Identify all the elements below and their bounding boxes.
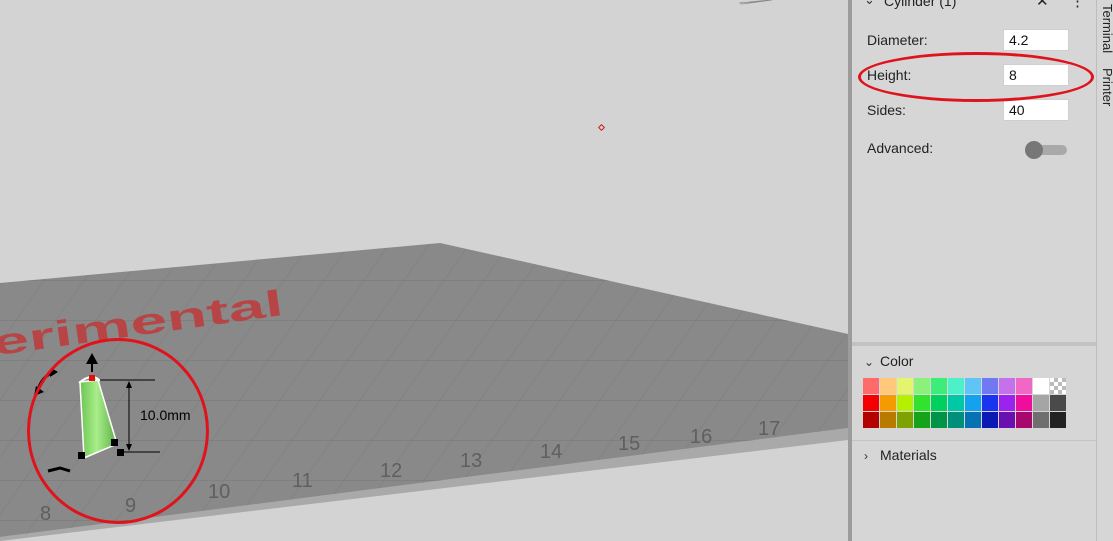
section-divider [852, 440, 1096, 441]
color-swatch[interactable] [1016, 412, 1032, 428]
transparent-swatch[interactable] [1050, 378, 1066, 394]
side-tab-strip: Terminal Printer [1096, 0, 1113, 541]
color-swatch[interactable] [914, 412, 930, 428]
color-swatch[interactable] [965, 412, 981, 428]
grid-number: 9 [125, 495, 136, 517]
color-swatch[interactable] [1033, 412, 1049, 428]
grid-number: 12 [380, 460, 402, 482]
color-swatch[interactable] [999, 412, 1015, 428]
chevron-right-icon: › [864, 449, 868, 463]
more-vertical-icon[interactable]: ⋮ [1070, 0, 1085, 10]
tab-terminal[interactable]: Terminal [1100, 4, 1113, 53]
color-swatch-grid [863, 378, 1066, 428]
scale-handle[interactable] [78, 452, 85, 459]
color-swatch[interactable] [931, 395, 947, 411]
color-section-label: Color [880, 353, 914, 369]
scene-canvas[interactable]: erimental 8 9 10 11 12 13 14 15 16 17 10… [0, 0, 848, 541]
diameter-input[interactable] [1003, 29, 1069, 51]
color-swatch[interactable] [982, 378, 998, 394]
color-swatch[interactable] [897, 378, 913, 394]
grid-number: 13 [460, 450, 482, 472]
color-section-header[interactable]: ⌄ Color [864, 353, 913, 369]
grid-number: 8 [40, 503, 51, 525]
scale-handle[interactable] [111, 439, 118, 446]
color-swatch[interactable] [999, 378, 1015, 394]
color-swatch[interactable] [1050, 412, 1066, 428]
properties-panel: ⌄ Cylinder (1) ✕ ⋮ Diameter: Height: Sid… [852, 0, 1096, 541]
color-swatch[interactable] [1033, 395, 1049, 411]
color-swatch[interactable] [1016, 378, 1032, 394]
grid-number: 14 [540, 441, 562, 463]
sides-input[interactable] [1003, 99, 1069, 121]
color-swatch[interactable] [863, 378, 879, 394]
dimension-label: 10.0mm [140, 407, 191, 423]
color-swatch[interactable] [1033, 378, 1049, 394]
height-input[interactable] [1003, 64, 1069, 86]
color-swatch[interactable] [931, 412, 947, 428]
advanced-row: Advanced: [867, 137, 1081, 161]
height-handle[interactable] [89, 375, 95, 381]
origin-marker [597, 123, 606, 132]
color-swatch[interactable] [948, 378, 964, 394]
color-swatch[interactable] [948, 395, 964, 411]
view-cube-fragment[interactable] [738, 0, 773, 5]
bed-grid [0, 243, 848, 537]
color-swatch[interactable] [880, 412, 896, 428]
sides-label: Sides: [867, 102, 906, 118]
grid-number: 17 [758, 418, 780, 440]
color-swatch[interactable] [965, 378, 981, 394]
color-swatch[interactable] [948, 412, 964, 428]
advanced-toggle-knob[interactable] [1025, 141, 1043, 159]
diameter-label: Diameter: [867, 32, 928, 48]
color-swatch[interactable] [880, 378, 896, 394]
color-swatch[interactable] [897, 412, 913, 428]
color-swatch[interactable] [897, 395, 913, 411]
color-swatch[interactable] [1016, 395, 1032, 411]
color-swatch[interactable] [982, 395, 998, 411]
color-swatch[interactable] [1050, 395, 1066, 411]
grid-number: 16 [690, 426, 712, 448]
color-swatch[interactable] [999, 395, 1015, 411]
collapse-chevron-icon[interactable]: ⌄ [864, 0, 875, 8]
tab-printer[interactable]: Printer [1100, 68, 1113, 106]
height-label: Height: [867, 67, 912, 83]
section-divider [852, 342, 1096, 346]
color-swatch[interactable] [880, 395, 896, 411]
color-swatch[interactable] [914, 378, 930, 394]
grid-number: 15 [618, 433, 640, 455]
diameter-row: Diameter: [867, 29, 1081, 53]
color-swatch[interactable] [863, 412, 879, 428]
color-swatch[interactable] [914, 395, 930, 411]
grid-number: 11 [292, 470, 313, 492]
height-row: Height: [867, 64, 1081, 88]
grid-number: 10 [208, 481, 230, 503]
color-swatch[interactable] [982, 412, 998, 428]
close-icon[interactable]: ✕ [1036, 0, 1049, 10]
3d-viewport[interactable]: erimental 8 9 10 11 12 13 14 15 16 17 10… [0, 0, 848, 541]
color-swatch[interactable] [931, 378, 947, 394]
color-swatch[interactable] [863, 395, 879, 411]
advanced-label: Advanced: [867, 140, 934, 156]
materials-section-header[interactable]: › Materials [864, 447, 937, 463]
materials-section-label: Materials [880, 447, 937, 463]
object-title: Cylinder (1) [884, 0, 957, 9]
sides-row: Sides: [867, 99, 1081, 123]
color-swatch[interactable] [965, 395, 981, 411]
chevron-down-icon: ⌄ [864, 355, 875, 369]
